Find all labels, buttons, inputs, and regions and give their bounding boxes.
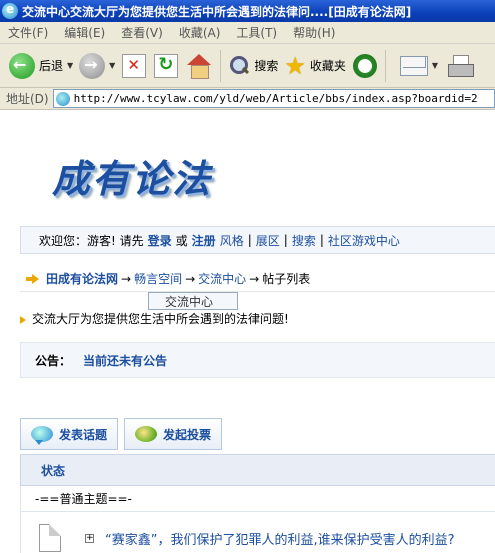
back-arrow-icon (9, 52, 35, 79)
topic-status-document-icon (39, 524, 61, 552)
home-icon[interactable] (186, 53, 212, 79)
menu-tools[interactable]: 工具(T) (228, 24, 285, 41)
mail-dropdown-icon[interactable]: ▼ (432, 61, 438, 70)
register-link[interactable]: 注册 (192, 232, 216, 249)
address-label: 地址(D) (6, 92, 49, 106)
board-description-text: 交流大厅为您提供您生活中所会遇到的法律问题! (32, 311, 289, 326)
history-icon[interactable] (352, 53, 377, 78)
expand-icon[interactable]: + (85, 534, 94, 543)
board-description: 交流大厅为您提供您生活中所会遇到的法律问题! (20, 310, 289, 326)
refresh-icon[interactable] (154, 53, 179, 78)
site-logo[interactable]: 成有论法 (52, 148, 212, 203)
poll-icon (135, 426, 157, 442)
topic-title-link[interactable]: “赛家鑫”，我们保护了犯罪人的利益,谁来保护受害人的利益? (105, 529, 455, 548)
breadcrumb-separator: → (185, 271, 196, 286)
page-favicon-icon (55, 91, 70, 106)
search-button[interactable]: 搜索 (225, 48, 281, 84)
toolbar-separator (220, 49, 222, 82)
window-titlebar: 交流中心交流大厅为您提供您生活中所会遇到的法律问....[田成有论法网] (0, 0, 495, 22)
stop-icon[interactable] (122, 53, 147, 78)
window-title: 交流中心交流大厅为您提供您生活中所会遇到的法律问....[田成有论法网] (22, 4, 412, 19)
back-button[interactable]: 后退 ▼ (6, 48, 76, 84)
address-input[interactable]: http://www.tcylaw.com/yld/web/Article/bb… (52, 89, 495, 108)
new-topic-button[interactable]: 发表话题 (20, 418, 119, 450)
forward-button[interactable]: ▼ (76, 48, 118, 84)
style-link[interactable]: 风格 (220, 232, 244, 249)
breadcrumb-item-chat[interactable]: 畅言空间 (134, 270, 182, 287)
breadcrumb: 田成有论法网 → 畅言空间 → 交流中心 → 帖子列表 (20, 266, 495, 292)
exhibit-link[interactable]: 展区 (256, 232, 280, 249)
breadcrumb-arrow-icon (26, 273, 40, 284)
toolbar-separator (384, 49, 386, 82)
address-url[interactable]: http://www.tcylaw.com/yld/web/Article/bb… (74, 92, 478, 105)
announcement-text[interactable]: 当前还未有公告 (83, 352, 167, 369)
breadcrumb-separator: → (249, 271, 260, 286)
breadcrumb-separator: → (121, 271, 132, 286)
menu-edit[interactable]: 编辑(E) (56, 24, 113, 41)
search-icon (228, 55, 250, 77)
new-poll-button[interactable]: 发起投票 (124, 418, 223, 450)
topic-table-header: 状态 (20, 454, 495, 486)
menu-favorites[interactable]: 收藏(A) (171, 24, 229, 41)
back-dropdown-icon[interactable]: ▼ (67, 61, 73, 70)
address-bar: 地址(D) http://www.tcylaw.com/yld/web/Arti… (0, 88, 495, 110)
announcement-label: 公告： (35, 353, 72, 368)
new-topic-label: 发表话题 (59, 427, 108, 442)
menu-bar: 文件(F) 编辑(E) 查看(V) 收藏(A) 工具(T) 帮助(H) (0, 22, 495, 44)
mail-icon[interactable] (399, 55, 428, 76)
separator: | (283, 233, 288, 247)
breadcrumb-item-list: 帖子列表 (262, 272, 311, 286)
ie-logo-icon (2, 2, 18, 19)
back-label: 后退 (39, 59, 64, 73)
login-link[interactable]: 登录 (148, 232, 172, 249)
or-text: 或 (175, 233, 188, 248)
menu-view[interactable]: 查看(V) (113, 24, 171, 41)
separator: | (247, 233, 252, 247)
status-column-header: 状态 (41, 463, 66, 478)
section-label-row: -==普通主题==- (20, 486, 495, 512)
board-dropdown-menu[interactable]: 交流中心 (148, 292, 238, 310)
separator: | (319, 233, 324, 247)
favorites-button[interactable]: ★ 收藏夹 (281, 48, 349, 84)
menu-file[interactable]: 文件(F) (0, 24, 56, 41)
speech-bubble-icon (31, 426, 53, 445)
bullet-triangle-icon (20, 316, 26, 324)
game-center-link[interactable]: 社区游戏中心 (328, 232, 400, 249)
star-icon: ★ (284, 51, 306, 80)
search-label: 搜索 (254, 59, 279, 73)
welcome-bar: 欢迎您：游客! 请先 登录 或 注册 风格 | 展区 | 搜索 | 社区游戏中心 (20, 226, 495, 254)
menu-help[interactable]: 帮助(H) (285, 24, 343, 41)
section-label: -==普通主题==- (35, 492, 132, 506)
page-content: 成有论法 欢迎您：游客! 请先 登录 或 注册 风格 | 展区 | 搜索 | 社… (0, 110, 495, 553)
toolbar: 后退 ▼ ▼ 搜索 ★ 收藏夹 ▼ (0, 44, 495, 88)
breadcrumb-home-link[interactable]: 田成有论法网 (46, 270, 118, 287)
forward-dropdown-icon[interactable]: ▼ (109, 61, 115, 70)
forward-arrow-icon (79, 52, 106, 79)
favorites-label: 收藏夹 (309, 59, 346, 73)
print-icon[interactable] (448, 54, 475, 77)
announcement-bar: 公告： 当前还未有公告 (20, 342, 495, 378)
new-poll-label: 发起投票 (163, 427, 212, 442)
table-row: + “赛家鑫”，我们保护了犯罪人的利益,谁来保护受害人的利益? (20, 512, 495, 553)
breadcrumb-item-center[interactable]: 交流中心 (198, 270, 246, 287)
welcome-text: 欢迎您：游客! 请先 (39, 233, 144, 248)
search-link[interactable]: 搜索 (292, 232, 316, 249)
